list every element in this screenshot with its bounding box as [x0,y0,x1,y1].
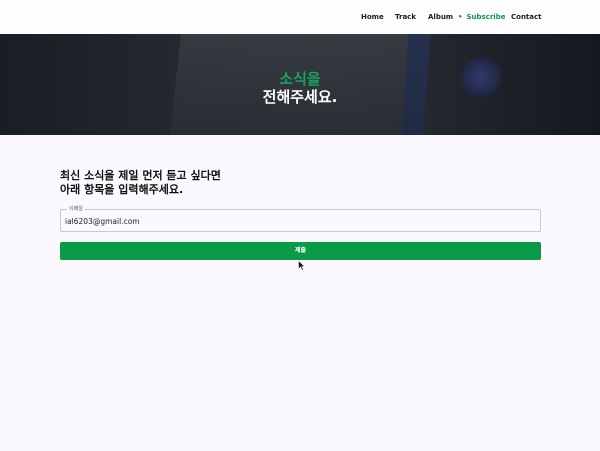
nav-subscribe-label: Subscribe [466,13,506,21]
active-bullet-icon: • [458,13,463,21]
nav-home[interactable]: Home [361,13,384,21]
top-nav-bar: Home Track Album • Subscribe Contact [0,0,600,34]
nav-album[interactable]: Album [428,13,453,21]
mouse-cursor-icon [298,260,306,271]
hero-title-main: 전해주세요. [262,88,338,106]
submit-button[interactable]: 제출 [60,242,541,260]
email-field[interactable]: 이메일 [60,205,541,232]
hero-banner: 소식을 전해주세요. [0,34,600,135]
email-field-label: 이메일 [67,205,85,212]
email-input[interactable] [65,215,535,227]
nav-contact[interactable]: Contact [511,13,542,21]
nav-track[interactable]: Track [395,13,416,21]
nav-subscribe[interactable]: • Subscribe [458,13,505,21]
form-intro-line1: 최신 소식을 제일 먼저 듣고 싶다면 [60,169,221,182]
form-intro: 최신 소식을 제일 먼저 듣고 싶다면 아래 항목을 입력해주세요. [60,169,221,197]
form-intro-line2: 아래 항목을 입력해주세요. [60,183,184,196]
